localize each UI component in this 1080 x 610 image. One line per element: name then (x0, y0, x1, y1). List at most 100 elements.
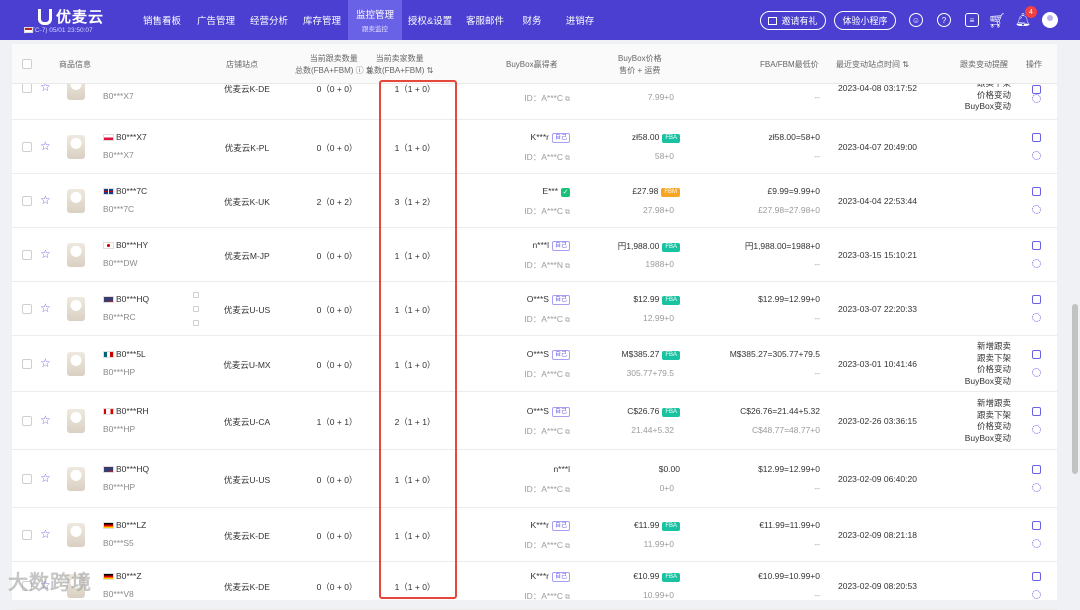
col-sellers[interactable]: 当前卖家数量 总数(FBA+FBM) ⇅ (366, 53, 433, 77)
product-thumbnail[interactable] (67, 297, 85, 321)
asin[interactable]: B0***HQ (116, 294, 149, 304)
copy-icon[interactable] (193, 320, 199, 326)
detail-icon[interactable] (1032, 407, 1041, 416)
table-row[interactable]: ☆ B0***HY B0***DW 优麦云M-JP 0（0 + 0） 1（1 + 0） n*… (12, 228, 1057, 282)
external-link-icon[interactable]: ⧉ (565, 96, 570, 104)
buybox-winner[interactable]: O***S 自己 (482, 349, 582, 360)
external-link-icon[interactable]: ⧉ (565, 155, 570, 163)
external-link-icon[interactable]: ⧉ (565, 263, 570, 271)
copy-icon[interactable] (193, 292, 199, 298)
settings-gear-icon[interactable] (1032, 368, 1041, 377)
table-row[interactable]: ☆ B0***RH B0***HP 优麦云U-CA 1（0 + 1） 2（1 + 1） O*… (12, 392, 1057, 450)
detail-icon[interactable] (1032, 187, 1041, 196)
star-icon[interactable]: ☆ (40, 471, 51, 485)
external-link-icon[interactable]: ⧉ (565, 487, 570, 495)
detail-icon[interactable] (1032, 241, 1041, 250)
external-link-icon[interactable]: ⧉ (565, 317, 570, 325)
detail-icon[interactable] (1032, 572, 1041, 581)
external-link-icon[interactable]: ⧉ (565, 594, 570, 602)
nav-item-1[interactable]: 广告管理 (190, 0, 242, 40)
product-thumbnail[interactable] (67, 135, 85, 159)
asin[interactable]: B0***HY (116, 240, 148, 250)
external-link-icon[interactable]: ⧉ (565, 429, 570, 437)
asin[interactable]: B0***7C (116, 186, 147, 196)
col-followers[interactable]: 当前跟卖数量 总数(FBA+FBM) ⓘ ⇅ (295, 53, 373, 77)
asin[interactable]: B0***RH (116, 406, 149, 416)
external-link-icon[interactable]: ⧉ (565, 543, 570, 551)
product-thumbnail[interactable] (67, 409, 85, 433)
row-checkbox[interactable] (22, 416, 32, 426)
settings-gear-icon[interactable] (1032, 313, 1041, 322)
star-icon[interactable]: ☆ (40, 193, 51, 207)
buybox-winner[interactable]: K***r自己 (482, 571, 582, 582)
buybox-winner[interactable]: n***l 自己 (482, 240, 582, 251)
avatar[interactable] (1042, 12, 1058, 28)
table-row[interactable]: ☆ B0***X7 B0***X7 优麦云K-PL 0（0 + 0） 1（1 + 0） K*… (12, 120, 1057, 174)
nav-item-3[interactable]: 库存管理 (296, 0, 348, 40)
row-checkbox[interactable] (22, 359, 32, 369)
star-icon[interactable]: ☆ (40, 247, 51, 261)
star-icon[interactable]: ☆ (40, 413, 51, 427)
detail-icon[interactable] (1032, 85, 1041, 94)
nav-item-5[interactable]: 授权&设置 (402, 0, 458, 40)
cart-icon[interactable]: 🛒︎ (988, 12, 1006, 28)
buybox-winner[interactable]: n***l (482, 464, 582, 474)
copy-icon[interactable] (193, 306, 199, 312)
settings-gear-icon[interactable] (1032, 151, 1041, 160)
nav-item-6[interactable]: 客服邮件 (458, 0, 512, 40)
row-checkbox[interactable] (22, 83, 32, 93)
product-thumbnail[interactable] (67, 189, 85, 213)
row-checkbox[interactable] (22, 196, 32, 206)
table-row[interactable]: ☆ B0***HQ B0***HP 优麦云U-US 0（0 + 0） 1（1 + 0） n*… (12, 450, 1057, 508)
select-all-checkbox[interactable] (22, 59, 32, 69)
nav-item-7[interactable]: 财务 (512, 0, 552, 40)
miniprogram-button[interactable]: 体验小程序 (834, 11, 896, 30)
table-row[interactable]: ☆ B0***Z B0***V8 优麦云K-DE 0（0 + 0） 1（1 + 0） K**… (12, 562, 1057, 610)
settings-gear-icon[interactable] (1032, 205, 1041, 214)
table-row[interactable]: ☆ B0***LZ B0***S5 优麦云K-DE 0（0 + 0） 1（1 + 0） K*… (12, 508, 1057, 562)
settings-gear-icon[interactable] (1032, 539, 1041, 548)
invite-button[interactable]: 邀请有礼 (760, 11, 826, 30)
product-thumbnail[interactable] (67, 467, 85, 491)
buybox-winner[interactable]: K***r自己 (482, 132, 582, 143)
star-icon[interactable]: ☆ (40, 356, 51, 370)
scrollbar[interactable] (1072, 304, 1078, 474)
help-icon[interactable]: ? (937, 13, 951, 27)
row-checkbox[interactable] (22, 250, 32, 260)
buybox-winner[interactable]: E*** ✓ (482, 186, 582, 197)
settings-gear-icon[interactable] (1032, 425, 1041, 434)
support-icon[interactable]: ☺ (909, 13, 923, 27)
buybox-winner[interactable]: K***r自己 (482, 520, 582, 531)
nav-item-0[interactable]: 销售看板 (134, 0, 190, 40)
star-icon[interactable]: ☆ (40, 139, 51, 153)
detail-icon[interactable] (1032, 465, 1041, 474)
nav-item-2[interactable]: 经营分析 (242, 0, 296, 40)
settings-gear-icon[interactable] (1032, 259, 1041, 268)
table-row[interactable]: ☆ B0***7C B0***7C 优麦云K-UK 2（0 + 2） 3（1 + 2） E*… (12, 174, 1057, 228)
external-link-icon[interactable]: ⧉ (565, 209, 570, 217)
nav-item-4[interactable]: 监控管理 跟卖监控 (348, 0, 402, 40)
settings-gear-icon[interactable] (1032, 94, 1041, 103)
asin[interactable]: B0***X7 (116, 132, 147, 142)
nav-item-8[interactable]: 进销存 (552, 0, 608, 40)
product-thumbnail[interactable] (67, 352, 85, 376)
detail-icon[interactable] (1032, 350, 1041, 359)
star-icon[interactable]: ☆ (40, 527, 51, 541)
row-checkbox[interactable] (22, 474, 32, 484)
buybox-winner[interactable]: O***S 自己 (482, 294, 582, 305)
message-icon[interactable]: ≡ (965, 13, 979, 27)
settings-gear-icon[interactable] (1032, 483, 1041, 492)
row-checkbox[interactable] (22, 142, 32, 152)
asin[interactable]: B0***Z (116, 571, 142, 581)
asin[interactable]: B0***LZ (116, 520, 146, 530)
table-row[interactable]: ☆ B0***5L B0***HP 优麦云U-MX 0（0 + 0） 1（1 + 0） O*… (12, 336, 1057, 392)
table-row[interactable]: ☆ B0***HQ B0***RC 优麦云U-US 0（0 + 0） 1（1 + 0） O*… (12, 282, 1057, 336)
table-row[interactable]: ☆B0***X7B0***X7优麦云K-DE0（0 + 0）1（1 + 0）K*… (12, 73, 1057, 120)
external-link-icon[interactable]: ⧉ (565, 372, 570, 380)
row-checkbox[interactable] (22, 530, 32, 540)
product-thumbnail[interactable] (67, 523, 85, 547)
logo[interactable]: 优麦云 (38, 6, 104, 27)
buybox-winner[interactable]: O***S 自己 (482, 406, 582, 417)
col-buybox-price[interactable]: BuyBox价格 售价 + 运费 (618, 53, 662, 77)
detail-icon[interactable] (1032, 295, 1041, 304)
